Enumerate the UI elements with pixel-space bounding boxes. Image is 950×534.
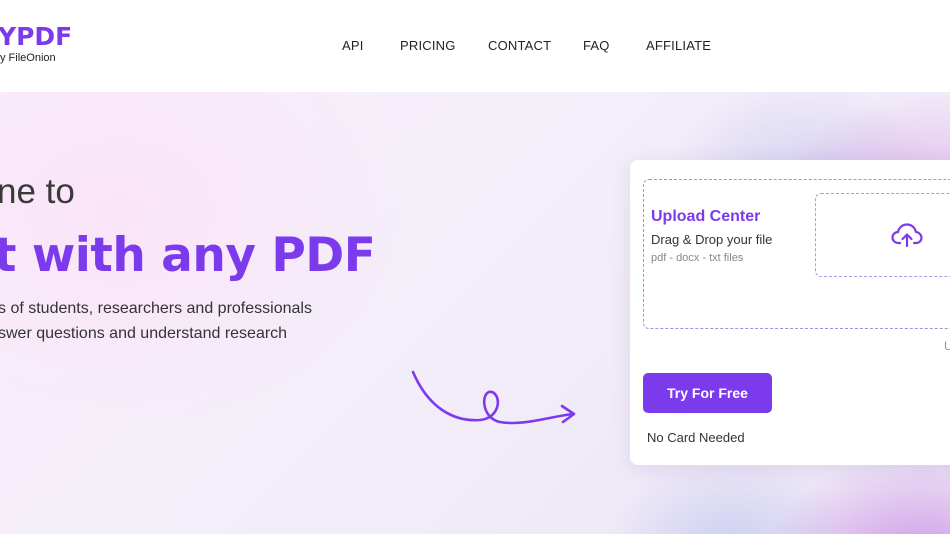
upload-center-title: Upload Center <box>651 208 761 225</box>
nav-affiliate[interactable]: AFFILIATE <box>646 38 711 53</box>
nav-api[interactable]: API <box>342 38 364 53</box>
upload-button[interactable] <box>815 193 950 277</box>
no-card-needed-text: No Card Needed <box>647 430 745 445</box>
file-types-text: pdf - docx - txt files <box>651 252 744 264</box>
hero-description-line-1: s of students, researchers and professio… <box>0 300 312 317</box>
hero-description: s of students, researchers and professio… <box>0 297 312 346</box>
hero-description-line-2: swer questions and understand research <box>0 324 288 342</box>
site-header: YPDF y FileOnion API PRICING CONTACT FAQ… <box>0 0 950 92</box>
nav-faq[interactable]: FAQ <box>583 38 610 53</box>
drag-drop-text: Drag & Drop your file <box>651 232 773 247</box>
main-nav: API PRICING CONTACT FAQ AFFILIATE <box>0 38 950 56</box>
hero-section: ne to t with any PDF s of students, rese… <box>0 92 950 534</box>
hero-welcome-line: ne to <box>0 172 75 211</box>
upload-side-link[interactable]: U <box>944 339 950 353</box>
nav-contact[interactable]: CONTACT <box>488 38 551 53</box>
try-for-free-button[interactable]: Try For Free <box>643 373 772 413</box>
nav-pricing[interactable]: PRICING <box>400 38 456 53</box>
curly-arrow-icon <box>411 370 576 425</box>
cloud-upload-icon <box>891 223 923 248</box>
hero-headline: t with any PDF <box>0 228 376 283</box>
upload-card: Upload Center Drag & Drop your file pdf … <box>630 160 950 465</box>
